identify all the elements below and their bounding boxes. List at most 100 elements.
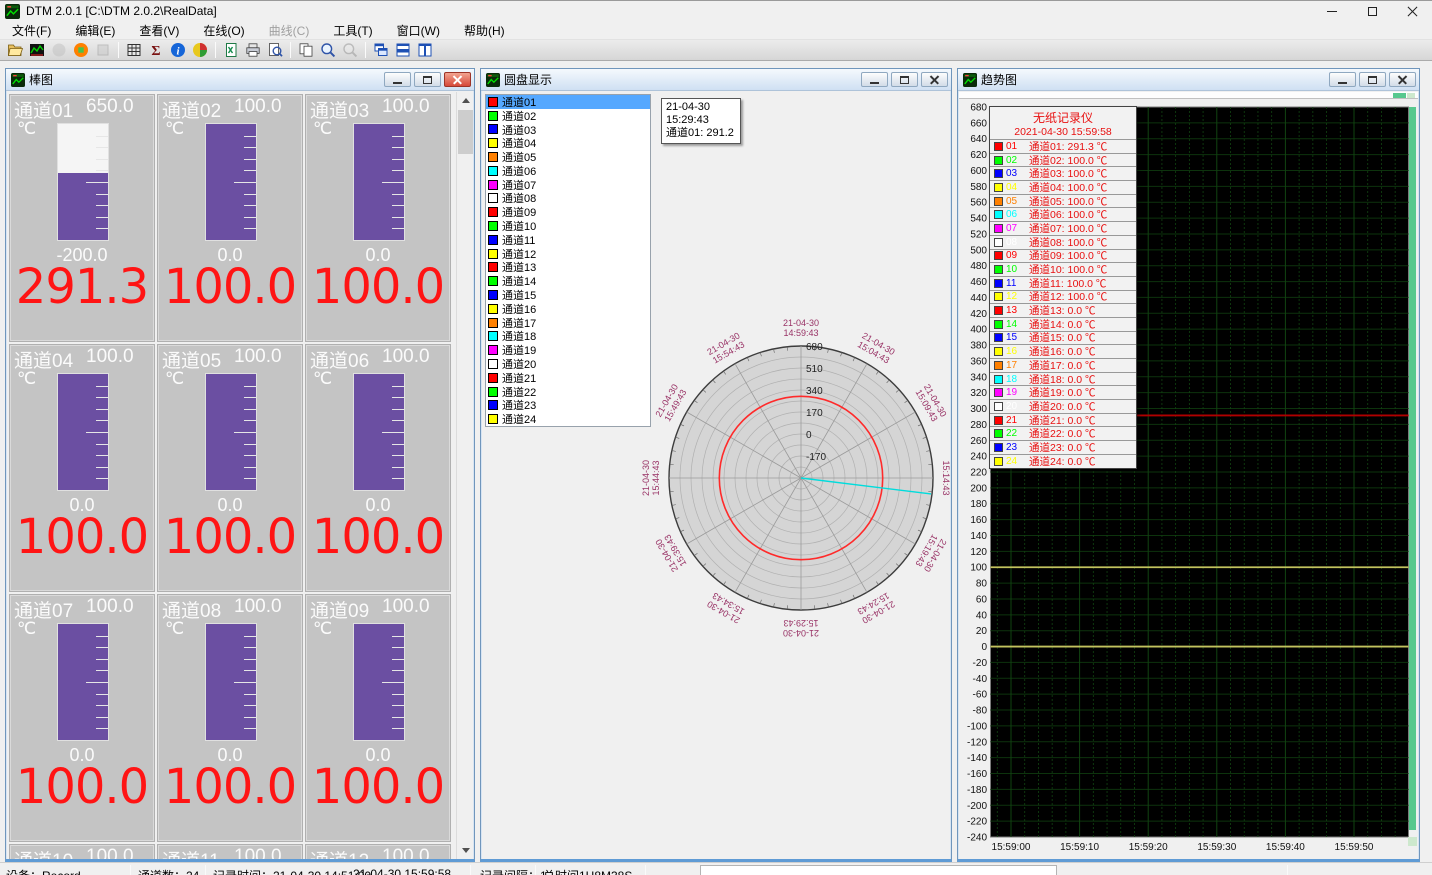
disc-window-titlebar[interactable]: 圆盘显示 (481, 69, 951, 91)
maximize-button[interactable] (1352, 1, 1392, 21)
gauge-tick (392, 455, 404, 456)
gauge-panel-通道03[interactable]: 通道03100.0℃0.0100.0 (305, 94, 451, 342)
gauge-panel-通道04[interactable]: 通道04100.0℃0.0100.0 (9, 344, 155, 592)
legend-channel-number: 18 (1006, 374, 1023, 385)
menu-item-7[interactable]: 帮助(H) (452, 20, 517, 41)
gauge-panel-通道05[interactable]: 通道05100.0℃0.0100.0 (157, 344, 303, 592)
bar-window-titlebar[interactable]: 棒图 (6, 69, 474, 91)
gauge-panel-通道06[interactable]: 通道06100.0℃0.0100.0 (305, 344, 451, 592)
menu-item-5[interactable]: 工具(T) (321, 20, 384, 41)
minimize-button[interactable] (1312, 1, 1352, 21)
bar-window-scrollbar[interactable] (456, 92, 473, 859)
cascade-windows-icon[interactable] (370, 41, 392, 59)
info-icon[interactable]: i (167, 41, 189, 59)
gauge-panel-通道11[interactable]: 通道11100.0℃0.0100.0 (157, 844, 303, 859)
trend-window-close-button[interactable] (1389, 72, 1416, 87)
bar-window-restore-button[interactable] (414, 72, 441, 87)
scroll-down-button[interactable] (457, 842, 473, 859)
channel-list-item-24[interactable]: 通道24 (486, 412, 650, 426)
disc-window-restore-button[interactable] (891, 72, 918, 87)
gauge-panel-通道02[interactable]: 通道02100.0℃0.0100.0 (157, 94, 303, 342)
legend-color-swatch (994, 429, 1003, 438)
trend-x-label: 15:59:30 (1197, 842, 1236, 853)
zoom-icon[interactable] (317, 41, 339, 59)
trend-window-titlebar[interactable]: 趋势图 (958, 69, 1419, 91)
gauge-panel-通道12[interactable]: 通道12100.0℃0.0100.0 (305, 844, 451, 859)
channel-color-swatch (488, 414, 498, 424)
pie-chart-icon[interactable] (189, 41, 211, 59)
data-table-icon[interactable] (123, 41, 145, 59)
gauge-tick (96, 444, 108, 445)
status-field (700, 865, 1057, 875)
toolbar-separator (290, 42, 291, 58)
menu-item-0[interactable]: 文件(F) (0, 20, 63, 41)
legend-color-swatch (994, 224, 1003, 233)
gauge-tick (392, 217, 404, 218)
gauge-tick (86, 432, 108, 433)
menu-item-2[interactable]: 查看(V) (127, 20, 191, 41)
trend-window-restore-button[interactable] (1359, 72, 1386, 87)
polar-radial-label: 0 (806, 430, 812, 441)
gauge-panel-通道08[interactable]: 通道08100.0℃0.0100.0 (157, 594, 303, 842)
channel-color-swatch (488, 290, 498, 300)
channel-color-swatch (488, 249, 498, 259)
gauge-unit: ℃ (165, 119, 184, 139)
h-scrollbar-thumb[interactable] (1393, 93, 1406, 98)
trend-y-label: -20 (973, 658, 988, 669)
trend-v-scrollbar[interactable] (1409, 107, 1416, 830)
trend-h-scrollbar[interactable] (959, 92, 1418, 99)
menu-item-6[interactable]: 窗口(W) (385, 20, 452, 41)
gauge-panel-通道09[interactable]: 通道09100.0℃0.0100.0 (305, 594, 451, 842)
copy-icon[interactable] (295, 41, 317, 59)
channel-color-swatch (488, 124, 498, 134)
gauge-panel-通道01[interactable]: 通道01650.0℃-200.0291.3 (9, 94, 155, 342)
trend-y-label: 640 (970, 134, 987, 145)
menu-item-3[interactable]: 在线(O) (191, 20, 256, 41)
gauge-max-value: 100.0 (86, 596, 134, 623)
tile-horizontal-icon[interactable] (392, 41, 414, 59)
legend-entry-20: 20通道20: 0.0 ℃ (990, 399, 1136, 413)
data-tooltip: 21-04-30 15:29:43 通道01: 291.2 (661, 98, 741, 144)
legend-entry-01: 01通道01: 291.3 ℃ (990, 139, 1136, 153)
legend-channel-number: 17 (1006, 360, 1023, 371)
record-icon[interactable] (70, 41, 92, 59)
legend-channel-value: 通道24: 0.0 ℃ (1029, 454, 1096, 469)
print-preview-icon[interactable] (264, 41, 286, 59)
gauge-tick (392, 478, 404, 479)
disc-window-minimize-button[interactable] (861, 72, 888, 87)
scrollbar-thumb[interactable] (458, 110, 473, 154)
close-button[interactable] (1392, 1, 1432, 21)
gauge-value: 100.0 (306, 759, 450, 815)
trend-y-label: -140 (967, 753, 987, 764)
legend-color-swatch (994, 457, 1003, 466)
scroll-up-button[interactable] (457, 92, 473, 109)
channel-color-swatch (488, 359, 498, 369)
bar-window-minimize-button[interactable] (384, 72, 411, 87)
bar-window-title: 棒图 (29, 71, 381, 88)
export-icon[interactable] (220, 41, 242, 59)
gauge-bar (205, 123, 257, 241)
gauge-tick (244, 636, 256, 637)
bar-window-close-button[interactable] (444, 72, 471, 87)
legend-color-swatch (994, 402, 1003, 411)
legend-channel-number: 16 (1006, 346, 1023, 357)
print-icon[interactable] (242, 41, 264, 59)
trend-window-minimize-button[interactable] (1329, 72, 1356, 87)
trend-y-label: -100 (967, 721, 987, 732)
gauge-header: 通道10100.0 (10, 845, 154, 859)
tile-vertical-icon[interactable] (414, 41, 436, 59)
gauge-panel-通道10[interactable]: 通道10100.0℃0.0100.0 (9, 844, 155, 859)
realtime-view-icon[interactable] (26, 41, 48, 59)
channel-color-swatch (488, 180, 498, 190)
trend-y-label: 560 (970, 198, 987, 209)
legend-channel-number: 09 (1006, 250, 1023, 261)
legend-color-swatch (994, 238, 1003, 247)
disc-window-close-button[interactable] (921, 72, 948, 87)
menu-item-4[interactable]: 曲线(C) (257, 20, 322, 41)
statistics-icon[interactable]: Σ (145, 41, 167, 59)
menu-item-1[interactable]: 编辑(E) (63, 20, 127, 41)
legend-entry-05: 05通道05: 100.0 ℃ (990, 194, 1136, 208)
gauge-channel-label: 通道12 (310, 846, 376, 859)
open-file-icon[interactable] (4, 41, 26, 59)
gauge-panel-通道07[interactable]: 通道07100.0℃0.0100.0 (9, 594, 155, 842)
